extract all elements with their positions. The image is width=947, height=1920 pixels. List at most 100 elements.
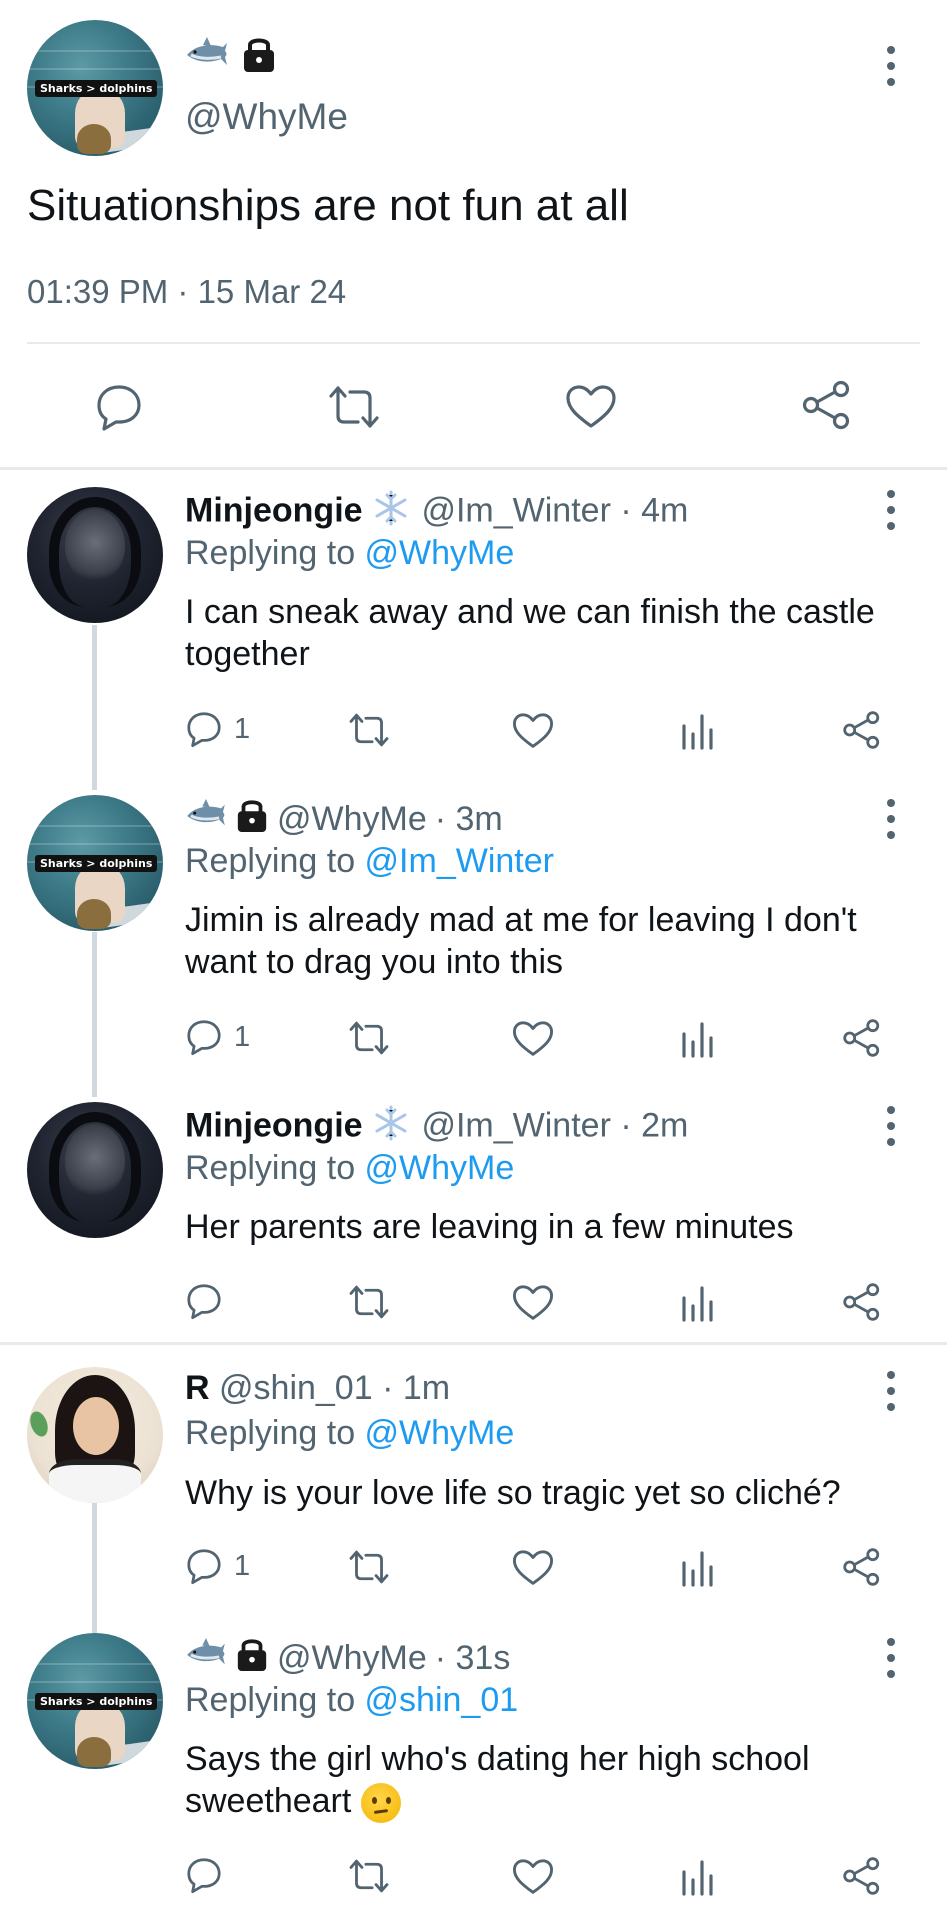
replying-to-link[interactable]: @Im_Winter xyxy=(365,842,554,880)
retweet-icon[interactable] xyxy=(328,384,380,430)
reply-icon[interactable] xyxy=(185,1547,223,1585)
retweet-icon[interactable] xyxy=(348,1549,390,1585)
reply-text: Says the girl who's dating her high scho… xyxy=(185,1738,885,1824)
avatar-caption: Sharks > dolphins xyxy=(35,80,158,97)
more-options-icon[interactable] xyxy=(885,490,897,530)
share-icon[interactable] xyxy=(842,1547,882,1587)
user-handle[interactable]: @WhyMe xyxy=(277,1639,427,1678)
retweet-icon[interactable] xyxy=(348,1020,390,1056)
reply-text-content: Says the girl who's dating her high scho… xyxy=(185,1740,810,1820)
lock-emoji xyxy=(235,1636,269,1681)
replying-to-link[interactable]: @WhyMe xyxy=(365,534,515,572)
avatar[interactable]: Sharks > dolphins xyxy=(27,20,163,156)
like-icon[interactable] xyxy=(512,1549,554,1587)
analytics-icon[interactable] xyxy=(680,1018,714,1058)
replying-label: Replying to xyxy=(185,1149,365,1187)
user-handle[interactable]: @Im_Winter xyxy=(421,1106,610,1144)
analytics-icon[interactable] xyxy=(680,1282,714,1322)
share-icon[interactable] xyxy=(842,1856,882,1896)
like-icon[interactable] xyxy=(512,1858,554,1896)
replying-label: Replying to xyxy=(185,842,365,880)
author-handle[interactable]: @WhyMe xyxy=(185,96,348,138)
avatar-caption: Sharks > dolphins xyxy=(35,855,158,872)
reply-header: R @shin_01 · 1m xyxy=(185,1369,450,1408)
replying-to: Replying to @WhyMe xyxy=(185,1149,514,1188)
reply-count: 1 xyxy=(234,1550,251,1582)
user-handle[interactable]: @shin_01 xyxy=(219,1369,373,1407)
user-handle[interactable]: @Im_Winter xyxy=(421,491,610,529)
shark-emoji xyxy=(185,36,229,76)
analytics-icon[interactable] xyxy=(680,710,714,750)
post-time: · 31s xyxy=(434,1639,511,1677)
thread-line xyxy=(92,625,97,790)
reply-icon[interactable] xyxy=(185,710,223,748)
thread-line xyxy=(92,1500,97,1633)
replying-to-link[interactable]: @WhyMe xyxy=(365,1414,515,1452)
reply-icon[interactable] xyxy=(94,382,144,432)
replying-to-link[interactable]: @shin_01 xyxy=(365,1681,519,1719)
more-options-icon[interactable] xyxy=(885,1638,897,1678)
share-icon[interactable] xyxy=(842,1018,882,1058)
shark-emoji xyxy=(185,799,227,840)
reply-header: Minjeongie @Im_Winter · 4m xyxy=(185,489,688,536)
replying-to: Replying to @WhyMe xyxy=(185,534,514,573)
avatar[interactable] xyxy=(27,487,163,623)
reply-icon[interactable] xyxy=(185,1018,223,1056)
share-icon[interactable] xyxy=(842,1282,882,1322)
display-name[interactable]: R xyxy=(185,1369,210,1407)
reply-count: 1 xyxy=(234,713,251,745)
post-time: · 3m xyxy=(434,800,503,838)
analytics-icon[interactable] xyxy=(680,1856,714,1896)
display-name[interactable]: Minjeongie xyxy=(185,1106,363,1144)
like-icon[interactable] xyxy=(512,1020,554,1058)
more-options-icon[interactable] xyxy=(885,46,897,86)
share-icon[interactable] xyxy=(801,380,853,430)
shark-emoji xyxy=(185,1638,227,1679)
more-options-icon[interactable] xyxy=(885,1371,897,1411)
replying-to: Replying to @shin_01 xyxy=(185,1681,518,1720)
retweet-icon[interactable] xyxy=(348,1858,390,1894)
replying-to-link[interactable]: @WhyMe xyxy=(365,1149,515,1187)
tweet-text: Situationships are not fun at all xyxy=(27,181,629,230)
retweet-icon[interactable] xyxy=(348,1284,390,1320)
display-name[interactable]: Minjeongie xyxy=(185,491,363,529)
reply-text: I can sneak away and we can finish the c… xyxy=(185,593,875,673)
reply-icon[interactable] xyxy=(185,1856,223,1894)
post-time: · 4m xyxy=(620,491,689,530)
post-time: · 2m xyxy=(620,1106,689,1145)
name-emojis xyxy=(185,36,277,76)
lock-emoji xyxy=(235,797,269,842)
replying-label: Replying to xyxy=(185,534,365,572)
share-icon[interactable] xyxy=(842,710,882,750)
lock-emoji xyxy=(241,35,277,78)
user-handle[interactable]: @WhyMe xyxy=(277,800,427,839)
tweet-timestamp: 01:39 PM · 15 Mar 24 xyxy=(27,273,347,310)
thread-line xyxy=(92,932,97,1097)
avatar[interactable]: Sharks > dolphins xyxy=(27,1633,163,1769)
reply-text: Jimin is already mad at me for leaving I… xyxy=(185,901,857,981)
divider xyxy=(0,1342,947,1345)
like-icon[interactable] xyxy=(512,1284,554,1322)
divider xyxy=(0,467,947,470)
retweet-icon[interactable] xyxy=(348,712,390,748)
reply-count: 1 xyxy=(234,1021,251,1053)
replying-to: Replying to @WhyMe xyxy=(185,1414,514,1453)
like-icon[interactable] xyxy=(512,712,554,750)
snowflake-icon xyxy=(372,1104,412,1151)
avatar[interactable]: Sharks > dolphins xyxy=(27,795,163,931)
replying-label: Replying to xyxy=(185,1681,365,1719)
post-time: · 1m xyxy=(382,1369,451,1407)
reply-header: Minjeongie @Im_Winter · 2m xyxy=(185,1104,688,1151)
avatar[interactable] xyxy=(27,1102,163,1238)
reply-text: Why is your love life so tragic yet so c… xyxy=(185,1474,841,1512)
more-options-icon[interactable] xyxy=(885,799,897,839)
like-icon[interactable] xyxy=(565,384,617,430)
more-options-icon[interactable] xyxy=(885,1106,897,1146)
snowflake-icon xyxy=(372,489,412,536)
avatar-caption: Sharks > dolphins xyxy=(35,1693,158,1710)
replying-to: Replying to @Im_Winter xyxy=(185,842,554,881)
face-with-raised-eyebrow-emoji xyxy=(360,1783,401,1824)
analytics-icon[interactable] xyxy=(680,1547,714,1587)
reply-icon[interactable] xyxy=(185,1282,223,1320)
avatar[interactable] xyxy=(27,1367,163,1503)
